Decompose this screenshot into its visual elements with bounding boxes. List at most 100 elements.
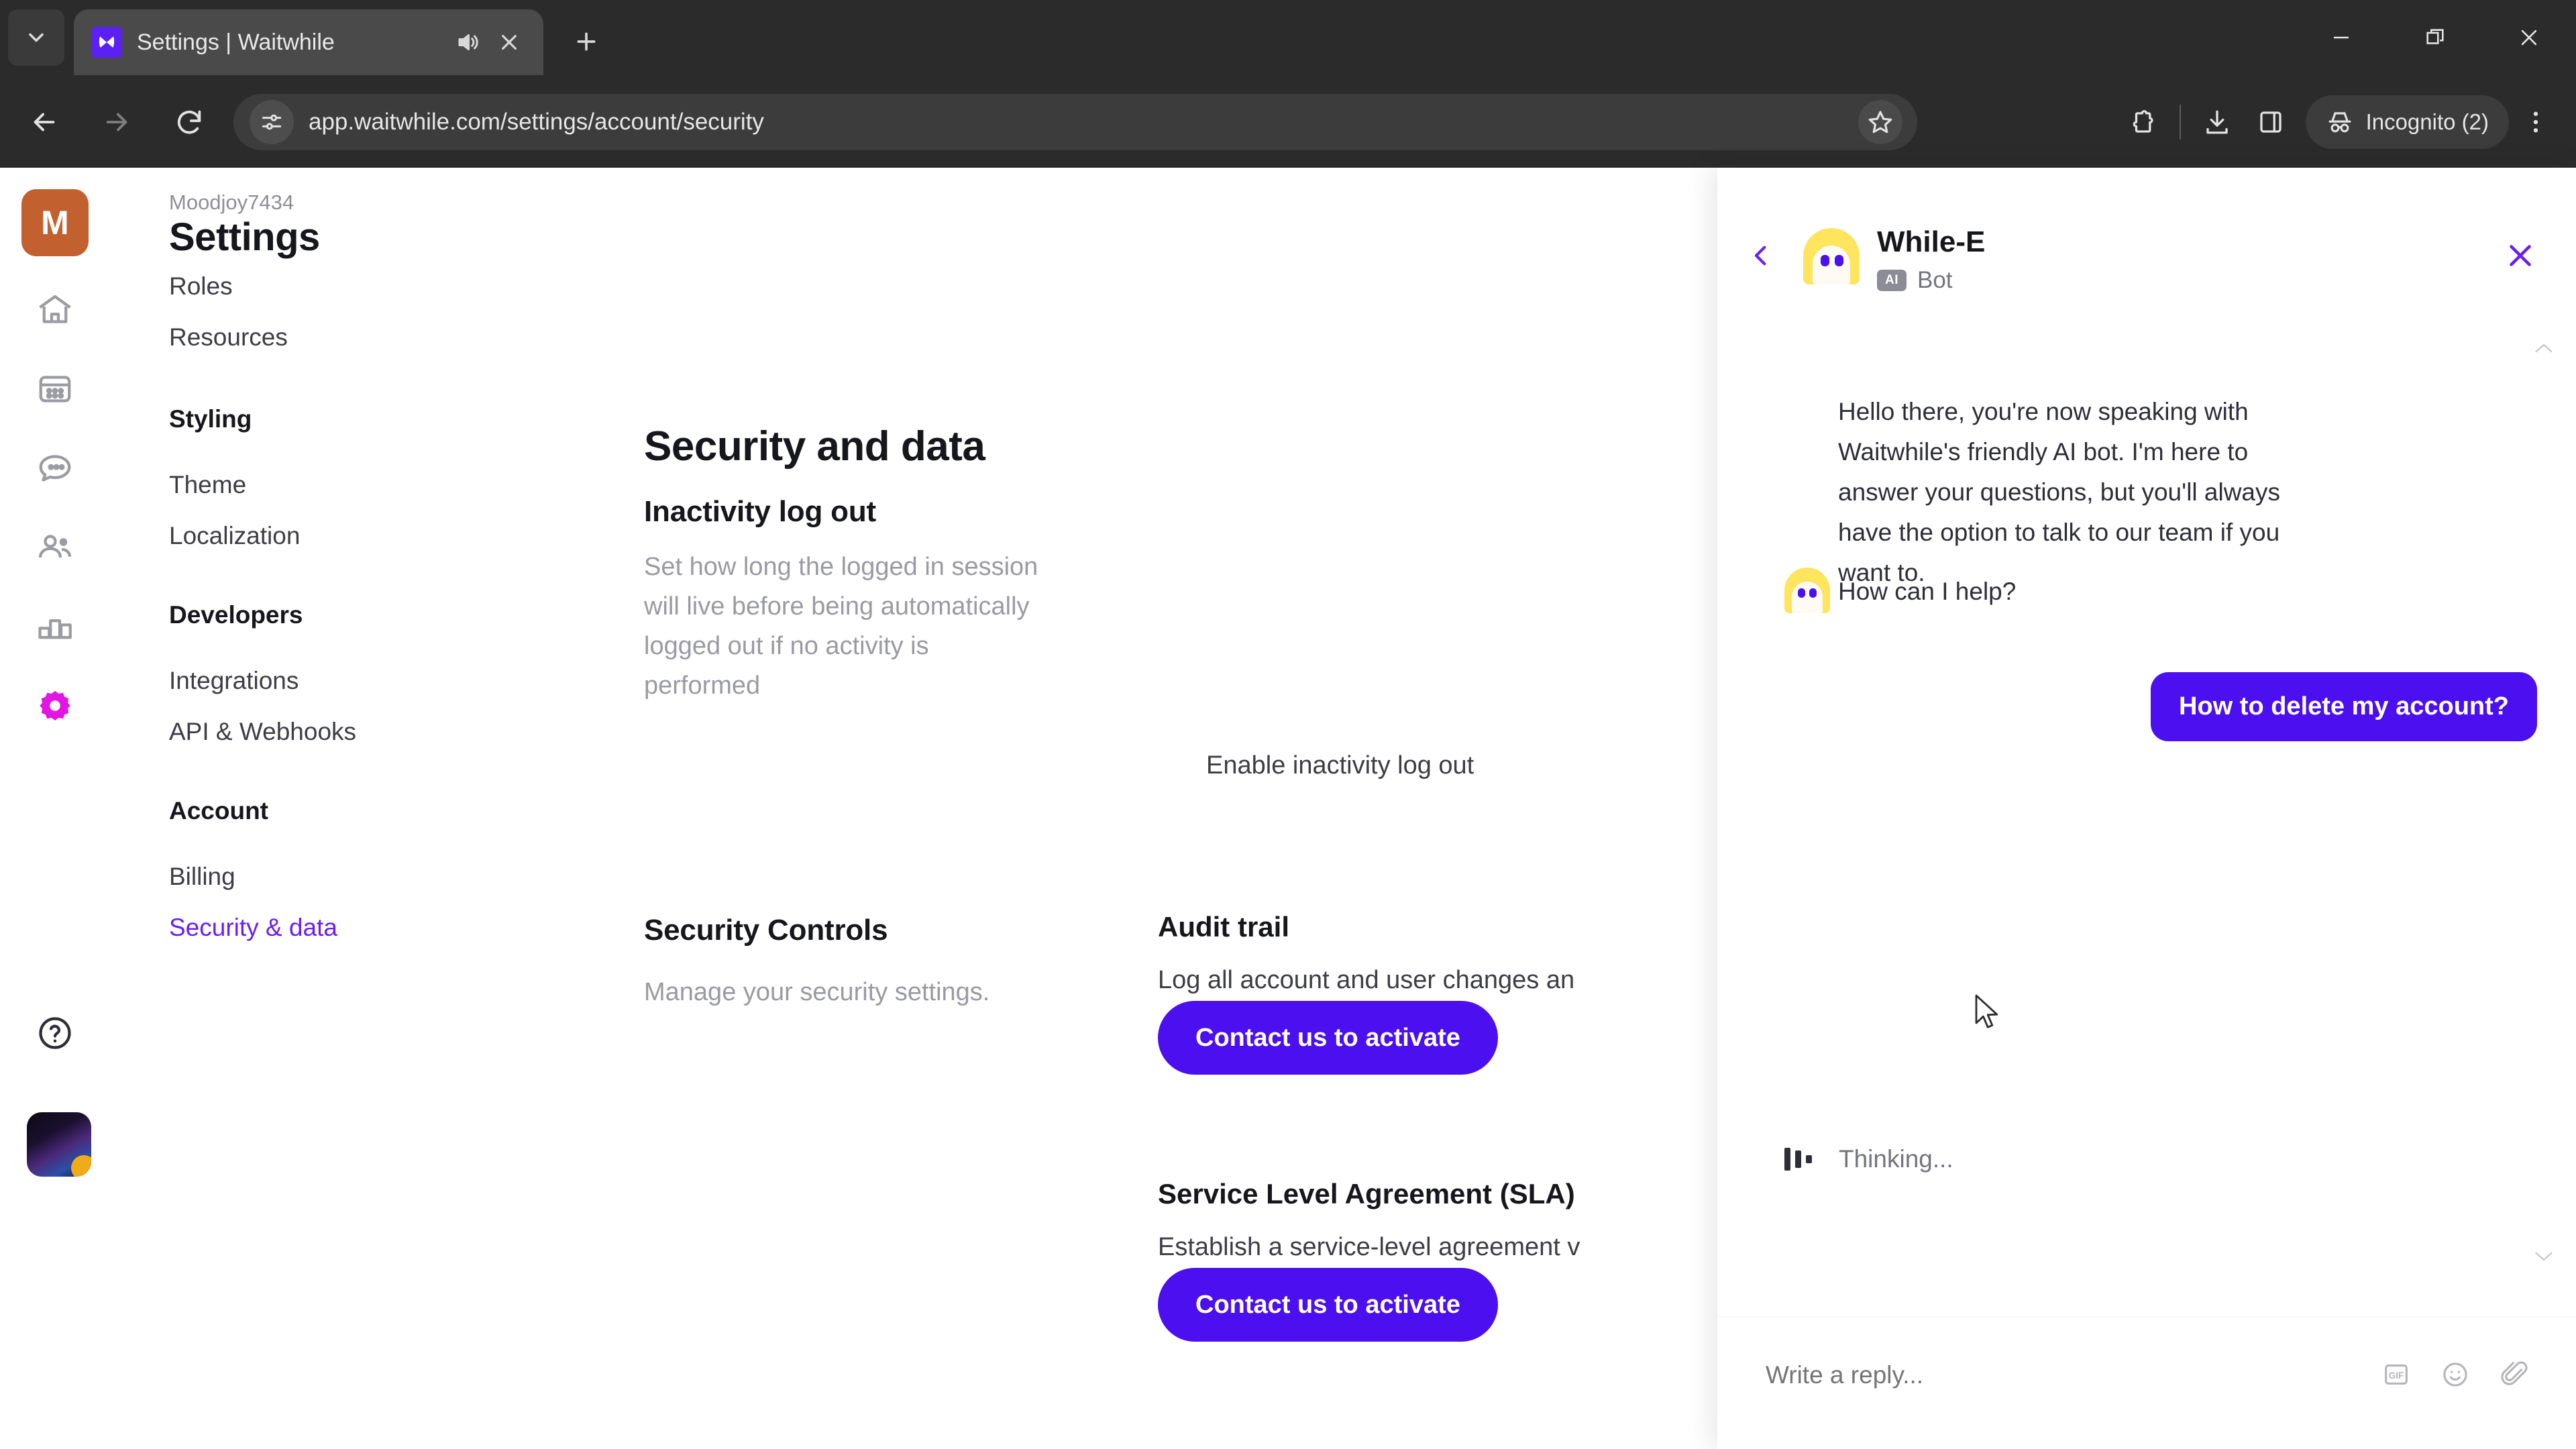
- chevron-down-icon: [29, 33, 44, 42]
- speaker-playing-icon: [458, 34, 478, 50]
- attachment-button[interactable]: [2496, 1356, 2533, 1393]
- chat-message-avatar: [1784, 568, 1830, 613]
- incognito-hat-icon: [2328, 112, 2351, 133]
- tab-strip: Settings | Waitwhile: [0, 0, 2576, 75]
- scroll-up-arrow-icon: [2535, 343, 2553, 353]
- chat-back-button[interactable]: [1737, 232, 1784, 279]
- nav-item-api-webhooks[interactable]: API & Webhooks: [169, 718, 356, 746]
- sidebar-item-calendar[interactable]: [27, 361, 83, 417]
- calendar-icon: [39, 376, 71, 402]
- window-maximize-button[interactable]: [2388, 0, 2482, 75]
- downloads-button[interactable]: [2190, 95, 2244, 149]
- chat-bot-avatar: [1803, 228, 1860, 284]
- window-close-button[interactable]: [2482, 0, 2576, 75]
- typing-bars-icon: [1784, 1148, 1812, 1171]
- content-title: Security and data: [644, 423, 985, 470]
- section-heading-inactivity: Inactivity log out: [644, 495, 876, 528]
- browser-tab[interactable]: Settings | Waitwhile: [74, 9, 543, 75]
- close-icon: [502, 35, 517, 50]
- chat-composer: GIF: [1717, 1316, 2576, 1444]
- chat-bot-subtitle: AI Bot: [1877, 267, 1953, 294]
- nav-item-roles[interactable]: Roles: [169, 272, 233, 301]
- home-icon: [39, 294, 71, 323]
- reload-button[interactable]: [164, 97, 215, 148]
- download-icon: [2206, 110, 2228, 134]
- nav-group-styling: Styling: [169, 405, 252, 433]
- reload-icon: [177, 110, 201, 134]
- nav-item-billing[interactable]: Billing: [169, 863, 235, 891]
- chat-message-bot-intro: Hello there, you're now speaking with Wa…: [1838, 398, 2281, 586]
- gif-icon: GIF: [2385, 1364, 2408, 1385]
- chat-widget: While-E AI Bot Hello there, you're now s…: [1717, 168, 2576, 1449]
- section-heading-security-controls: Security Controls: [644, 914, 888, 947]
- app-viewport: M Moodjoy7434 Settings Roles Resources S…: [0, 168, 2576, 1449]
- chat-bot-role: Bot: [1917, 267, 1953, 293]
- nav-item-integrations[interactable]: Integrations: [169, 667, 299, 695]
- chat-bubble-icon: [39, 455, 71, 482]
- nav-item-resources[interactable]: Resources: [169, 323, 288, 352]
- sidebar-item-analytics[interactable]: [27, 598, 83, 655]
- close-icon: [2521, 30, 2537, 46]
- item-desc-audit-trail: Log all account and user changes an: [1158, 966, 1575, 994]
- forward-button[interactable]: [91, 97, 142, 148]
- back-button[interactable]: [19, 97, 70, 148]
- sidebar-item-help[interactable]: [27, 1005, 83, 1061]
- gear-icon: [40, 691, 70, 720]
- emoji-button[interactable]: [2436, 1356, 2474, 1393]
- extensions-puzzle-icon: [2133, 110, 2153, 133]
- chat-message-list[interactable]: Hello there, you're now speaking with Wa…: [1717, 343, 2576, 1444]
- label-enable-inactivity-logout: Enable inactivity log out: [1206, 751, 1474, 780]
- tab-favicon: [91, 27, 122, 58]
- chat-scroll-up-button[interactable]: [2530, 339, 2557, 357]
- tab-close-button[interactable]: [492, 25, 526, 59]
- window-minimize-button[interactable]: [2294, 0, 2388, 75]
- profile-label: Incognito (2): [2365, 109, 2489, 134]
- chat-bot-name: While-E: [1877, 225, 1986, 258]
- plus-icon: [577, 32, 596, 51]
- nav-item-theme[interactable]: Theme: [169, 471, 246, 499]
- contact-us-activate-audit-trail-button[interactable]: Contact us to activate: [1158, 1001, 1498, 1075]
- paperclip-icon: [2501, 1361, 2528, 1385]
- settings-nav-column: Moodjoy7434 Settings Roles Resources Sty…: [131, 168, 534, 1449]
- nav-item-localization[interactable]: Localization: [169, 522, 300, 550]
- url-text: app.waitwhile.com/settings/account/secur…: [309, 109, 764, 135]
- arrow-back-icon: [34, 113, 55, 131]
- side-panel-icon: [2259, 111, 2282, 133]
- tab-search-button[interactable]: [8, 9, 64, 66]
- minimize-icon: [2333, 36, 2349, 39]
- sidebar-item-settings[interactable]: [27, 678, 83, 734]
- mouse-cursor: [1975, 994, 1998, 1028]
- browser-menu-button[interactable]: [2509, 95, 2563, 149]
- page-heading: Settings: [169, 215, 320, 259]
- sidebar-item-messages[interactable]: [27, 440, 83, 496]
- address-bar[interactable]: app.waitwhile.com/settings/account/secur…: [233, 94, 1917, 150]
- bookmark-button[interactable]: [1858, 100, 1902, 144]
- workspace-logo[interactable]: M: [21, 189, 89, 256]
- chat-close-button[interactable]: [2496, 231, 2545, 280]
- sidebar-item-customers[interactable]: [27, 519, 83, 576]
- page-settings-icon: [262, 114, 282, 130]
- site-info-button[interactable]: [250, 100, 294, 144]
- contact-us-activate-sla-button[interactable]: Contact us to activate: [1158, 1268, 1498, 1342]
- item-title-audit-trail: Audit trail: [1158, 911, 1289, 943]
- tab-audio-button[interactable]: [452, 27, 483, 58]
- arrow-forward-icon: [106, 113, 127, 131]
- sidebar-item-home[interactable]: [27, 282, 83, 338]
- extensions-button[interactable]: [2116, 95, 2170, 149]
- chat-header: While-E AI Bot: [1717, 168, 2576, 343]
- section-desc-inactivity: Set how long the logged in session will …: [644, 553, 1038, 700]
- chat-reply-input[interactable]: [1766, 1361, 2235, 1389]
- bar-chart-icon: [38, 619, 72, 639]
- nav-group-account: Account: [169, 797, 268, 824]
- toolbar-divider: [2179, 105, 2181, 140]
- chat-composer-tools: GIF: [2377, 1356, 2533, 1393]
- side-panel-button[interactable]: [2244, 95, 2298, 149]
- new-tab-button[interactable]: [564, 19, 609, 64]
- organization-name: Moodjoy7434: [169, 191, 294, 214]
- gif-button[interactable]: GIF: [2377, 1356, 2415, 1393]
- user-avatar[interactable]: [27, 1112, 91, 1177]
- chat-scroll-down-button[interactable]: [2530, 1248, 2557, 1265]
- nav-item-security-data[interactable]: Security & data: [169, 914, 337, 942]
- profile-incognito-button[interactable]: Incognito (2): [2305, 95, 2509, 149]
- browser-toolbar: app.waitwhile.com/settings/account/secur…: [0, 75, 2576, 168]
